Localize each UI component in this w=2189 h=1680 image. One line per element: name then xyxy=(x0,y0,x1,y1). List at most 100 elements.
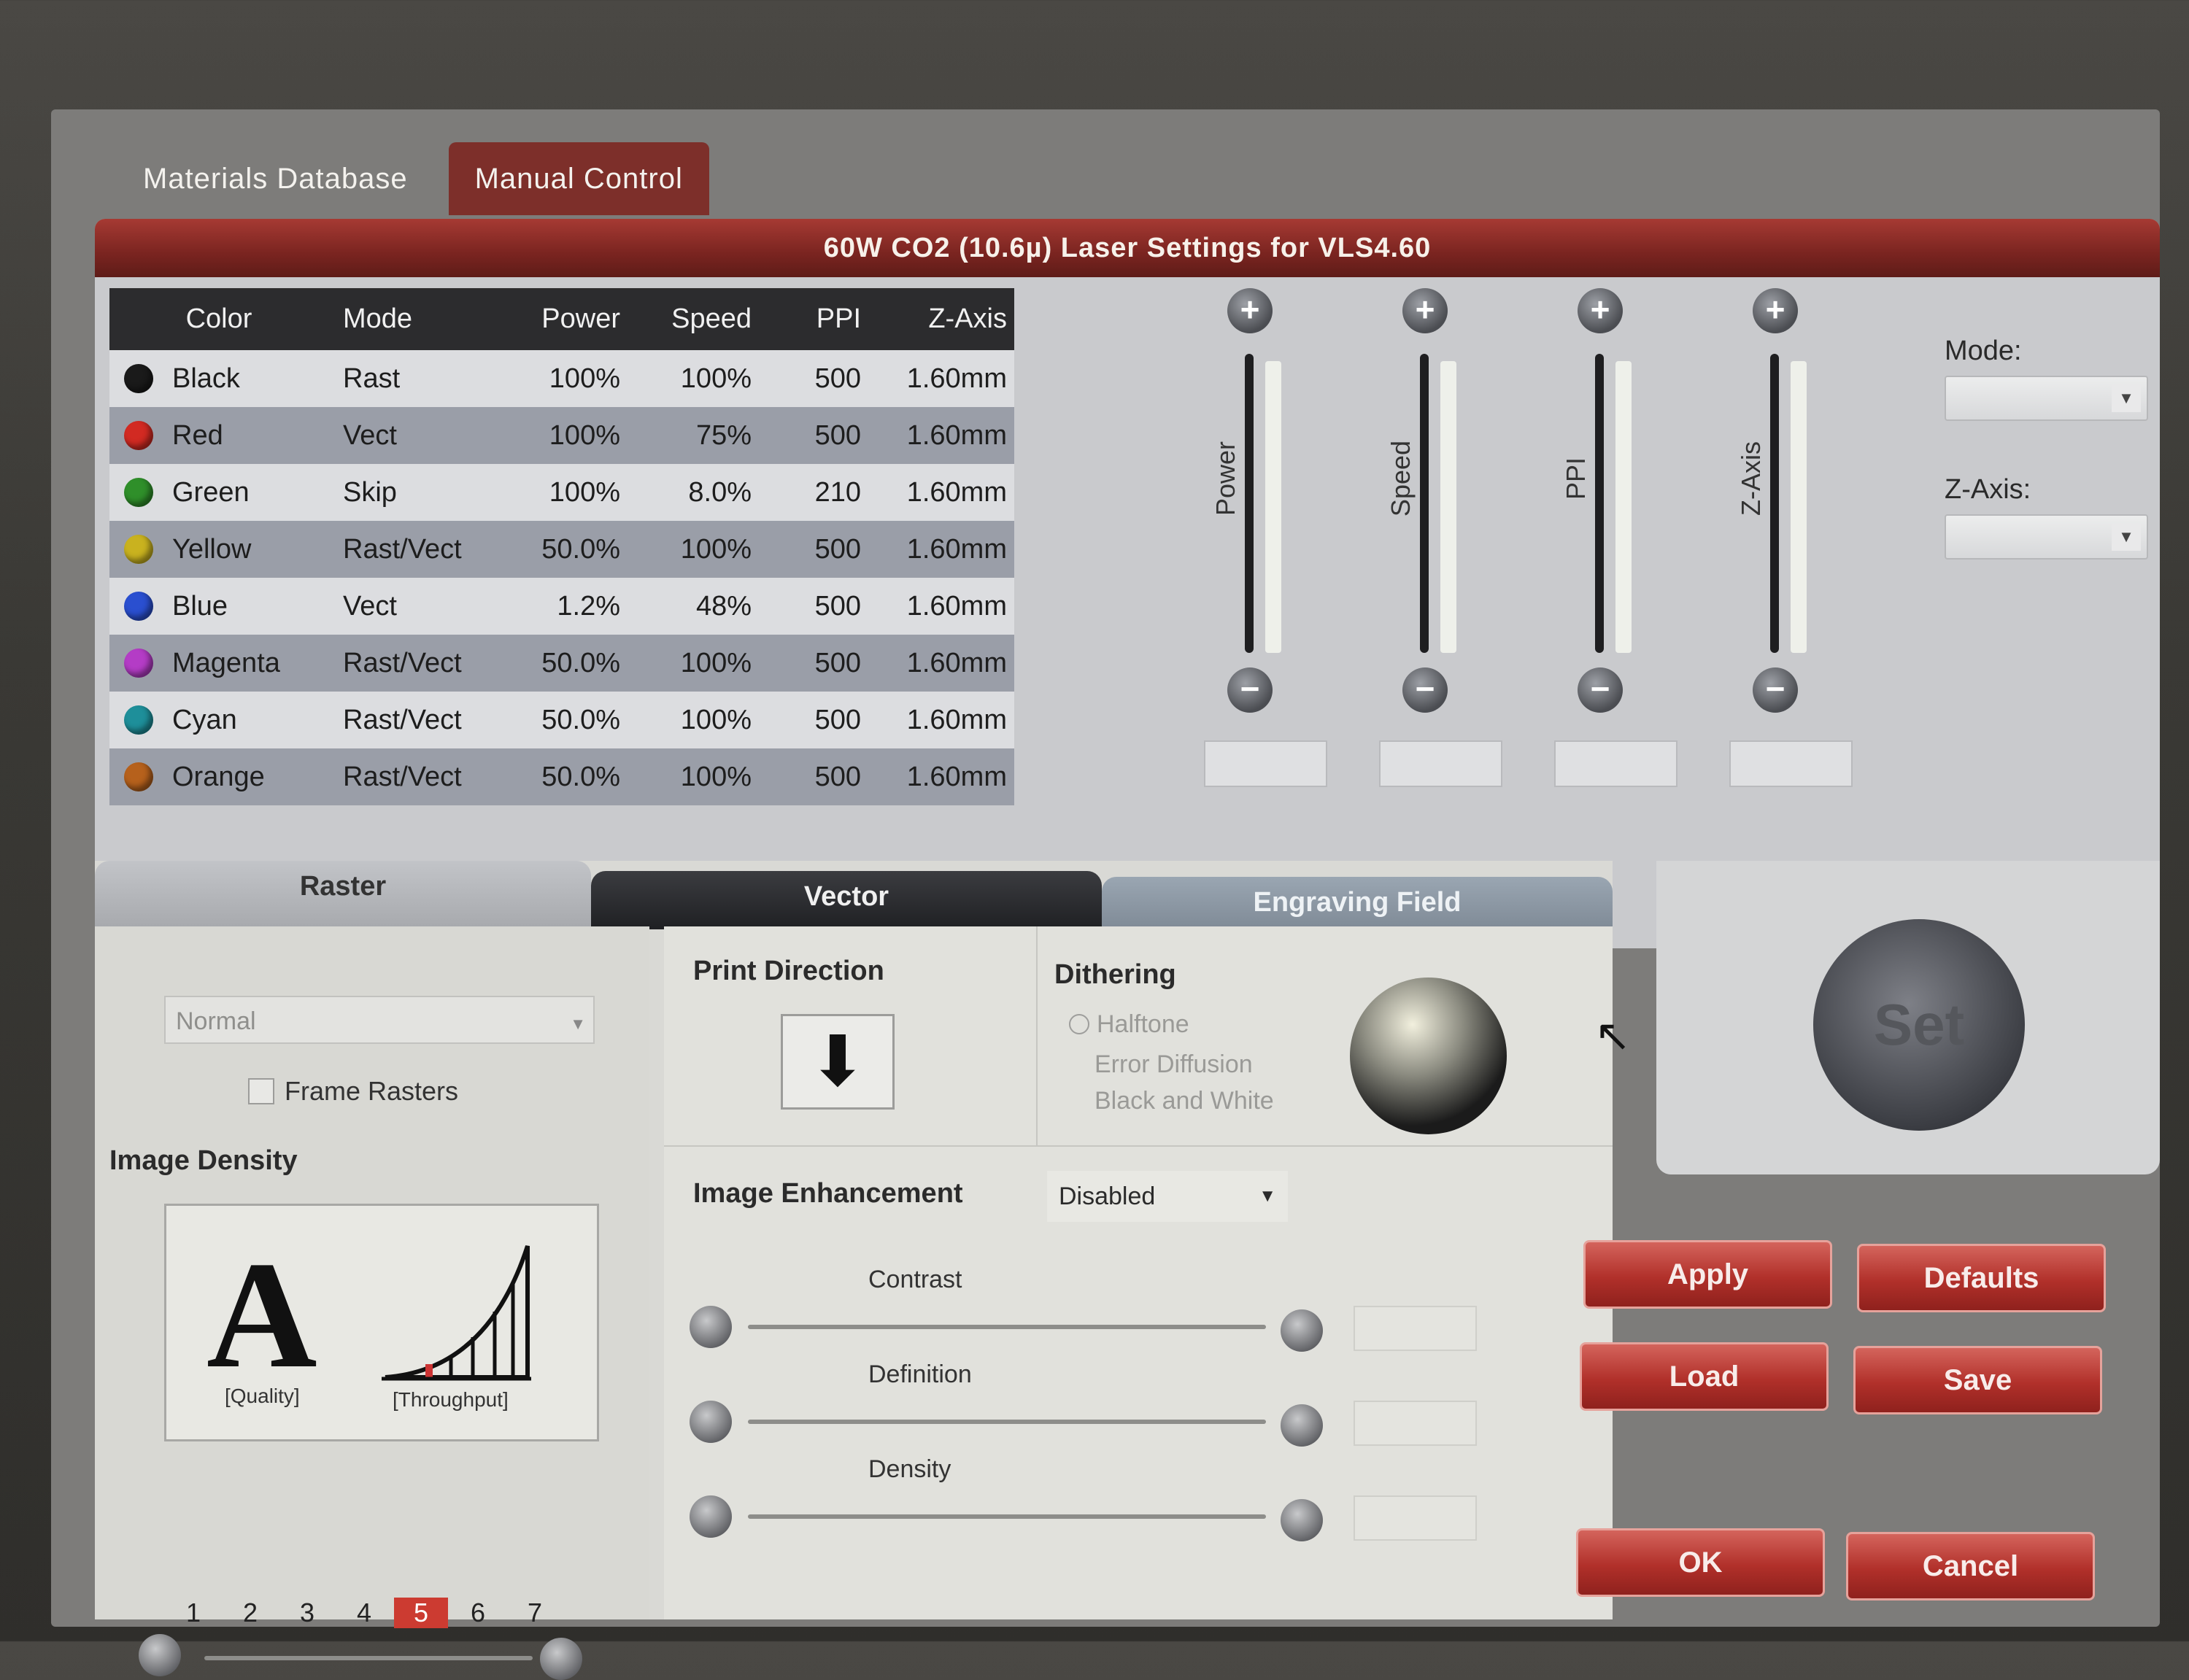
minus-icon[interactable]: − xyxy=(1578,667,1623,713)
cancel-button[interactable]: Cancel xyxy=(1846,1532,2095,1600)
laser-settings-panel: 60W CO2 (10.6µ) Laser Settings for VLS4.… xyxy=(95,219,2160,948)
minus-icon[interactable]: − xyxy=(1227,667,1273,713)
ppi-slider: + PPI − xyxy=(1554,288,1678,799)
contrast-slider-track[interactable] xyxy=(748,1325,1266,1329)
speed-cell: 100% xyxy=(680,647,752,678)
z-axis-select[interactable]: ▼ xyxy=(1945,514,2148,560)
table-row[interactable]: Green Skip 100% 8.0% 210 1.60mm xyxy=(109,464,1014,521)
ppi-value-box[interactable] xyxy=(1554,740,1678,787)
speed-cell: 100% xyxy=(680,363,752,394)
contrast-slider-knob-left[interactable] xyxy=(690,1306,732,1348)
definition-label: Definition xyxy=(868,1360,972,1388)
speed-cell: 100% xyxy=(680,761,752,792)
color-cell: Blue xyxy=(109,591,328,622)
z-axis-slider-track[interactable] xyxy=(1770,354,1779,653)
settings-table: Color Mode Power Speed PPI Z-Axis Black R… xyxy=(109,288,1014,805)
chevron-down-icon: ▼ xyxy=(2112,384,2141,412)
apply-button[interactable]: Apply xyxy=(1583,1240,1832,1309)
dither-error-diffusion-option[interactable]: Error Diffusion xyxy=(1094,1050,1253,1079)
density-level-1[interactable]: 1 xyxy=(182,1598,204,1628)
options-section: Raster Vector Engraving Field Normal ▼ F… xyxy=(95,861,1613,1680)
table-row[interactable]: Cyan Rast/Vect 50.0% 100% 500 1.60mm xyxy=(109,692,1014,748)
speed-cell: 100% xyxy=(680,704,752,735)
panel-title: 60W CO2 (10.6µ) Laser Settings for VLS4.… xyxy=(95,219,2160,277)
tab-vector[interactable]: Vector xyxy=(591,871,1102,929)
contrast-slider-knob-right[interactable] xyxy=(1281,1309,1323,1352)
density-level-2[interactable]: 2 xyxy=(239,1598,261,1628)
table-row[interactable]: Black Rast 100% 100% 500 1.60mm xyxy=(109,350,1014,407)
density-slider-track[interactable] xyxy=(748,1514,1266,1519)
density-slider-knob-right[interactable] xyxy=(540,1638,582,1680)
power-slider: + Power − xyxy=(1204,288,1327,799)
plus-icon[interactable]: + xyxy=(1753,288,1798,333)
color-swatch xyxy=(124,705,153,735)
color-cell: Orange xyxy=(109,762,328,793)
density-level-7[interactable]: 7 xyxy=(524,1598,546,1628)
ppi-slider-level xyxy=(1615,361,1632,653)
speed-value-box[interactable] xyxy=(1379,740,1502,787)
color-name: Blue xyxy=(172,590,228,622)
density-level-scale: 1 2 3 456 7 xyxy=(182,1598,546,1628)
definition-slider-knob-left[interactable] xyxy=(690,1401,732,1443)
density-level-5[interactable]: 5 xyxy=(394,1598,448,1628)
power-slider-track[interactable] xyxy=(1245,354,1254,653)
density-slider-knob-left[interactable] xyxy=(139,1634,181,1676)
header-z-axis: Z-Axis xyxy=(928,303,1007,334)
chevron-down-icon: ▼ xyxy=(1259,1186,1276,1206)
ok-button[interactable]: OK xyxy=(1576,1528,1825,1597)
table-row[interactable]: Red Vect 100% 75% 500 1.60mm xyxy=(109,407,1014,464)
density-slider-knob-right[interactable] xyxy=(1281,1499,1323,1541)
table-row[interactable]: Yellow Rast/Vect 50.0% 100% 500 1.60mm xyxy=(109,521,1014,578)
quality-icon: A xyxy=(206,1231,317,1400)
minus-icon[interactable]: − xyxy=(1402,667,1448,713)
mode-cell: Rast/Vect xyxy=(343,533,462,565)
radio-icon[interactable] xyxy=(1069,1014,1089,1034)
definition-slider-track[interactable] xyxy=(748,1420,1266,1424)
ppi-slider-track[interactable] xyxy=(1595,354,1604,653)
dither-black-white-option[interactable]: Black and White xyxy=(1094,1087,1274,1115)
z-axis-value-box[interactable] xyxy=(1729,740,1853,787)
table-row[interactable]: Orange Rast/Vect 50.0% 100% 500 1.60mm xyxy=(109,748,1014,805)
image-enhancement-select[interactable]: Disabled ▼ xyxy=(1047,1171,1288,1222)
print-direction-button[interactable]: ⬇ xyxy=(781,1014,895,1110)
ppi-cell: 500 xyxy=(814,704,861,735)
save-button[interactable]: Save xyxy=(1853,1346,2102,1414)
minus-icon[interactable]: − xyxy=(1753,667,1798,713)
density-value-box[interactable] xyxy=(1354,1495,1477,1541)
tab-raster[interactable]: Raster xyxy=(95,861,591,926)
set-button[interactable]: Set xyxy=(1813,919,2025,1131)
density-level-6[interactable]: 6 xyxy=(467,1598,489,1628)
frame-rasters-option[interactable]: Frame Rasters xyxy=(248,1076,458,1107)
contrast-value-box[interactable] xyxy=(1354,1306,1477,1351)
z-axis-slider-label: Z-Axis xyxy=(1736,441,1766,516)
tab-materials-database[interactable]: Materials Database xyxy=(117,142,434,215)
plus-icon[interactable]: + xyxy=(1227,288,1273,333)
density-level-3[interactable]: 3 xyxy=(296,1598,318,1628)
load-button[interactable]: Load xyxy=(1580,1342,1829,1411)
definition-slider-knob-right[interactable] xyxy=(1281,1404,1323,1447)
table-row[interactable]: Magenta Rast/Vect 50.0% 100% 500 1.60mm xyxy=(109,635,1014,692)
power-value-box[interactable] xyxy=(1204,740,1327,787)
speed-slider-track[interactable] xyxy=(1420,354,1429,653)
color-swatch xyxy=(124,421,153,450)
plus-icon[interactable]: + xyxy=(1578,288,1623,333)
table-row[interactable]: Blue Vect 1.2% 48% 500 1.60mm xyxy=(109,578,1014,635)
chevron-down-icon: ▼ xyxy=(2112,523,2141,551)
density-slider-track[interactable] xyxy=(204,1656,533,1660)
dither-halftone-option[interactable]: Halftone xyxy=(1069,1010,1189,1039)
mode-cell: Vect xyxy=(343,590,397,622)
frame-rasters-label: Frame Rasters xyxy=(285,1076,459,1106)
tab-manual-control[interactable]: Manual Control xyxy=(448,142,709,215)
mode-select[interactable]: ▼ xyxy=(1945,376,2148,421)
tab-engraving-field[interactable]: Engraving Field xyxy=(1102,877,1613,934)
image-density-title: Image Density xyxy=(109,1145,298,1176)
quality-label: [Quality] xyxy=(225,1385,300,1407)
raster-mode-select[interactable]: Normal ▼ xyxy=(164,996,595,1044)
density-level-4[interactable]: 4 xyxy=(353,1598,375,1628)
definition-value-box[interactable] xyxy=(1354,1401,1477,1446)
defaults-button[interactable]: Defaults xyxy=(1857,1244,2106,1312)
frame-rasters-checkbox[interactable] xyxy=(248,1078,274,1104)
density-slider-knob-left[interactable] xyxy=(690,1495,732,1538)
image-density-preview: A [Quality] [Throughput] xyxy=(164,1204,599,1441)
plus-icon[interactable]: + xyxy=(1402,288,1448,333)
